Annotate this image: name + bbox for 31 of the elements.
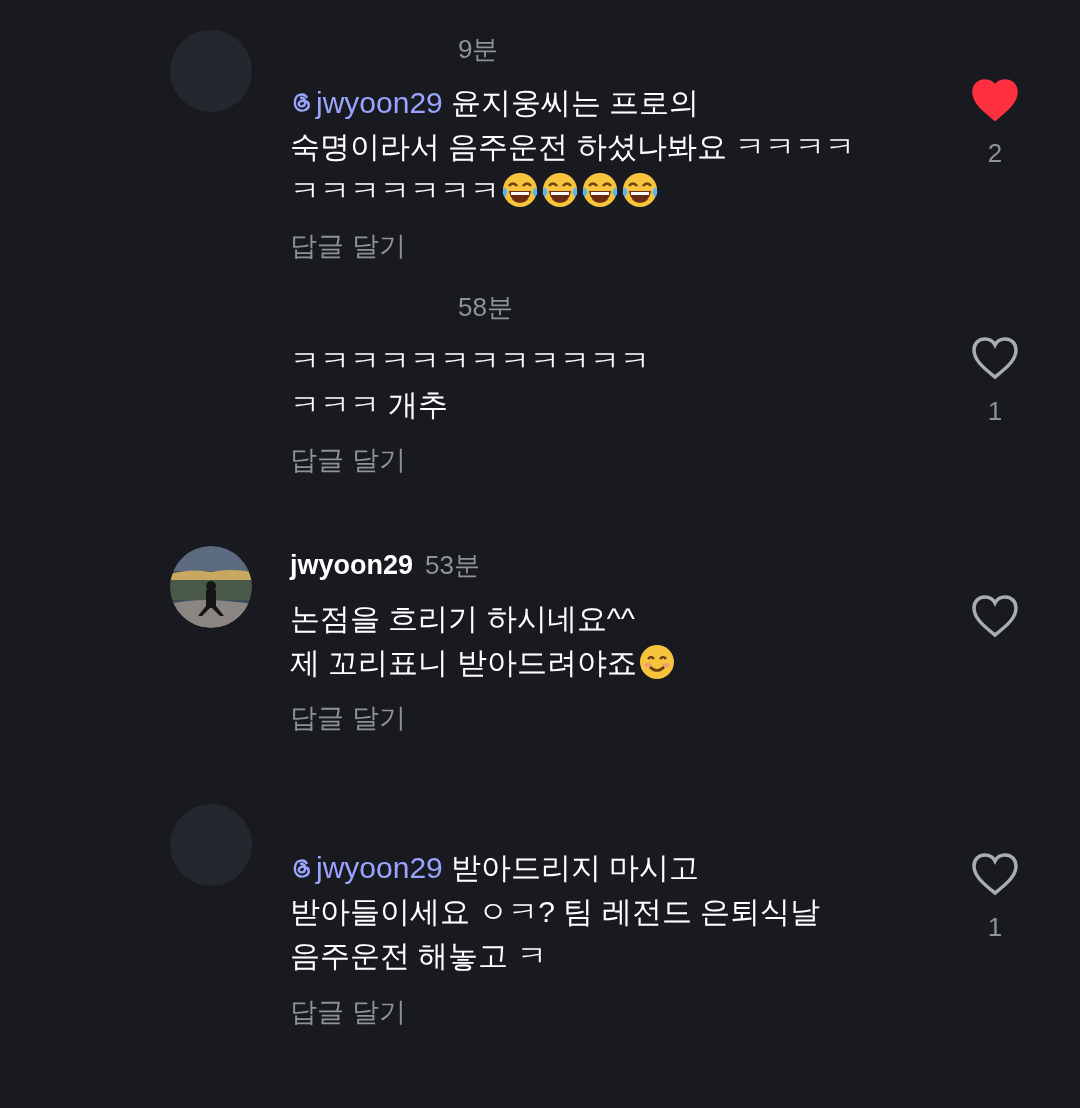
reply-link[interactable]: 답글 달기 [290,445,406,475]
like-count: 2 [987,137,1003,170]
laughing-face-icon [540,170,580,210]
comment-text: 받아들이세요 ㅇㅋ? 팀 레전드 은퇴식날 [290,894,821,930]
comment-text: 논점을 흐리기 하시네요^^ [290,600,635,637]
timestamp: 58분 [458,290,513,324]
laughing-face-icon [500,170,540,210]
comment-text: 숙명이라서 음주운전 하셨나봐요 ㅋㅋㅋㅋ [290,128,855,165]
laughing-face-icon [620,170,660,210]
comment-text: ㅋㅋㅋㅋㅋㅋㅋ [290,172,500,209]
reply-link[interactable]: 답글 달기 [290,996,406,1027]
timestamp: 53분 [425,548,480,582]
heart-icon[interactable] [971,78,1019,122]
like-count: 1 [987,395,1003,428]
username[interactable]: jwyoon29 [290,544,414,586]
comment-text: ㅋㅋㅋ 개추 [290,386,449,423]
heart-icon[interactable] [971,336,1019,380]
comment-text: 음주운전 해놓고 ㅋ [290,938,547,974]
mention-link[interactable]: jwyoon29 [316,79,443,125]
laughing-face-icon [580,170,620,210]
heart-icon[interactable] [971,852,1019,896]
reply-link[interactable]: 답글 달기 [290,703,406,733]
like-count: 1 [987,911,1003,944]
mention-link[interactable]: jwyoon29 [316,845,443,890]
comment-text: 받아드리지 마시고 [450,850,700,886]
comment-text: 제 꼬리표니 받아드려야죠 [290,644,637,681]
comment-text: 윤지웅씨는 프로의 [450,84,700,121]
timestamp: 9분 [458,32,499,66]
reply-link[interactable]: 답글 달기 [290,231,406,261]
heart-icon[interactable] [971,594,1019,638]
comment-text: ㅋㅋㅋㅋㅋㅋㅋㅋㅋㅋㅋㅋ [290,342,650,379]
